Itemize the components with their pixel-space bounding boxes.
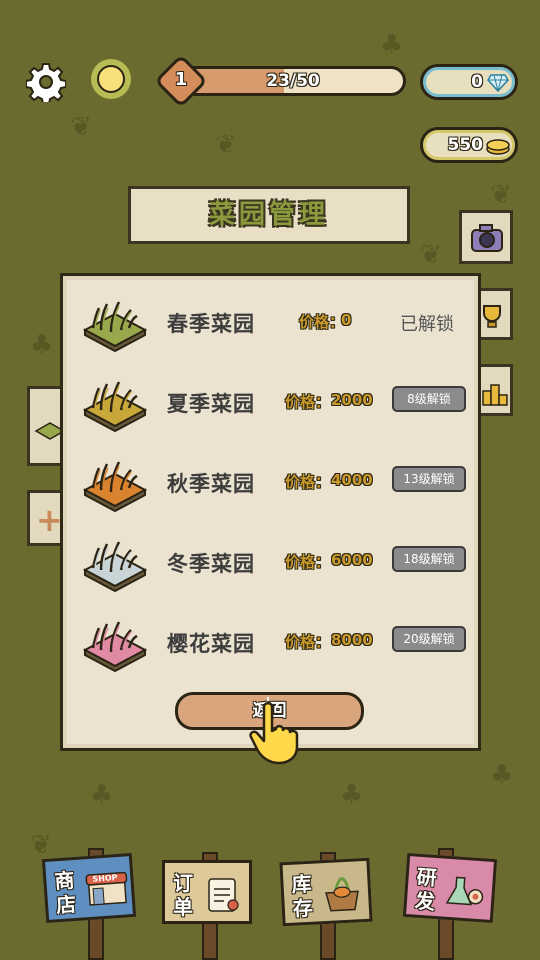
leaf-decor: ♣ — [90, 780, 114, 810]
price-value: 8000 — [331, 631, 373, 649]
unlocked-status: 已解锁 — [400, 314, 454, 335]
price-value: 0 — [341, 311, 352, 329]
leaf-decor: ❦ — [490, 180, 512, 210]
unlock-level-button[interactable]: 20级解锁 — [392, 626, 466, 652]
diamond-counter[interactable]: 0 — [420, 64, 518, 100]
shop-icon: SHOP — [84, 871, 128, 910]
price-value: 4000 — [331, 471, 373, 489]
leaf-decor: ❦ — [215, 130, 237, 160]
research-icon — [445, 873, 487, 912]
garden-row[interactable]: 秋季菜园 价格： 4000 13级解锁 — [63, 448, 484, 520]
sun-icon[interactable] — [88, 56, 134, 102]
unlock-level-button[interactable]: 18级解锁 — [392, 546, 466, 572]
price-label: 价格： — [285, 633, 331, 651]
garden-name: 秋季菜园 — [167, 472, 255, 496]
garden-name: 冬季菜园 — [167, 552, 255, 576]
nav-label: 研发 — [414, 864, 438, 914]
garden-plot-icon — [83, 541, 147, 592]
diamond-icon — [487, 74, 509, 92]
add-plot-button[interactable]: + — [27, 490, 63, 546]
gear-icon[interactable] — [26, 62, 66, 102]
page-title: 菜园管理 — [208, 200, 329, 230]
nav-label: 订单 — [173, 871, 193, 919]
price-label: 价格： — [299, 313, 345, 331]
garden-name: 樱花菜园 — [167, 632, 255, 656]
garden-name: 夏季菜园 — [167, 392, 255, 416]
nav-storage[interactable]: 库存 — [279, 857, 373, 927]
order-icon — [203, 877, 243, 913]
price-value: 6000 — [331, 551, 373, 569]
xp-text: 23/50 — [266, 71, 320, 91]
nav-label: 商店 — [53, 868, 77, 918]
price-label: 价格： — [285, 393, 331, 411]
gold-coin-icon — [486, 139, 510, 155]
nav-research[interactable]: 研发 — [402, 852, 498, 924]
diamond-count: 0 — [471, 72, 483, 92]
leaf-decor: ♣ — [30, 330, 54, 360]
garden-plot-icon — [83, 301, 147, 352]
unlock-level-button[interactable]: 13级解锁 — [392, 466, 466, 492]
garden-row[interactable]: 春季菜园 价格： 0 已解锁 — [63, 288, 484, 360]
leaf-decor: ♣ — [490, 760, 514, 790]
plus-icon: + — [36, 501, 63, 539]
price-label: 价格： — [285, 553, 331, 571]
garden-name: 春季菜园 — [167, 312, 255, 336]
garden-plot-icon — [83, 461, 147, 512]
level-number: 1 — [174, 69, 188, 90]
garden-plot-icon — [83, 381, 147, 432]
price-label: 价格： — [285, 473, 331, 491]
unlock-level-button[interactable]: 8级解锁 — [392, 386, 466, 412]
garden-row[interactable]: 冬季菜园 价格： 6000 18级解锁 — [63, 528, 484, 600]
garden-plot-icon — [83, 621, 147, 672]
leaf-decor: ♣ — [380, 30, 404, 60]
nav-label: 库存 — [290, 871, 314, 921]
price-value: 2000 — [331, 391, 373, 409]
leaf-decor: ❦ — [420, 240, 442, 270]
nav-order[interactable]: 订单 — [162, 860, 252, 924]
left-side-button-1[interactable] — [27, 386, 64, 466]
gold-counter[interactable]: 550 — [420, 127, 518, 163]
leaf-decor: ♣ — [340, 780, 364, 810]
leaf-decor: ❦ — [30, 830, 52, 860]
camera-icon — [471, 224, 503, 252]
leaf-decor: ❦ — [70, 112, 92, 142]
ranking-icon — [482, 384, 508, 406]
pointer-hand-icon — [249, 697, 299, 765]
garden-management-panel: 春季菜园 价格： 0 已解锁 夏季菜园 价格： 2000 8级解锁 秋季菜园 价格： 4000 13级… — [60, 273, 481, 751]
garden-row[interactable]: 夏季菜园 价格： 2000 8级解锁 — [63, 368, 484, 440]
garden-row[interactable]: 樱花菜园 价格： 8000 20级解锁 — [63, 608, 484, 680]
gold-count: 550 — [447, 135, 484, 155]
camera-button[interactable] — [459, 210, 513, 264]
nav-shop[interactable]: 商店 SHOP — [41, 852, 137, 924]
storage-icon — [321, 875, 363, 913]
shop-sign-text: SHOP — [92, 873, 118, 884]
